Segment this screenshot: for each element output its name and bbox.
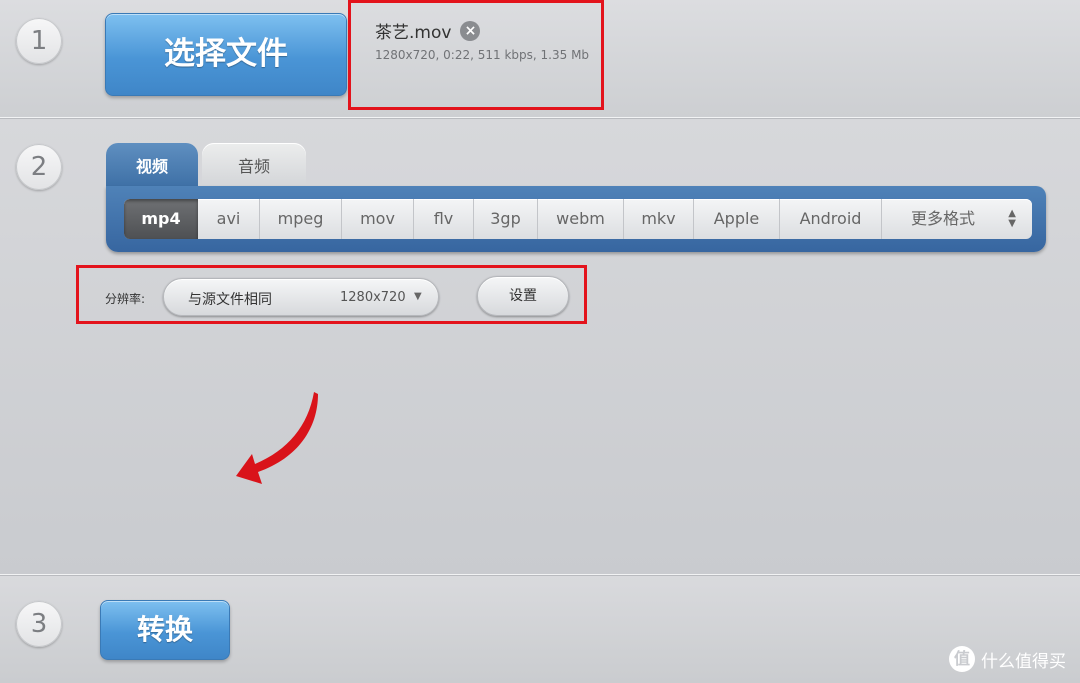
- resolution-label: 分辨率:: [105, 292, 146, 306]
- settings-button[interactable]: 设置: [477, 276, 569, 316]
- format-list: mp4 avi mpeg mov flv 3gp webm mkv Apple …: [124, 199, 1032, 239]
- step-1-section: 1 选择文件 茶艺.mov × 1280x720, 0:22, 511 kbps…: [0, 0, 1080, 118]
- resolution-selected: 与源文件相同: [188, 292, 272, 308]
- remove-file-icon[interactable]: ×: [460, 20, 481, 41]
- more-formats-label: 更多格式: [910, 209, 975, 228]
- format-avi[interactable]: avi: [198, 199, 260, 239]
- file-name-row: 茶艺.mov ×: [375, 18, 481, 43]
- format-flv[interactable]: flv: [414, 199, 474, 239]
- format-bar: mp4 avi mpeg mov flv 3gp webm mkv Apple …: [106, 186, 1046, 252]
- choose-file-button[interactable]: 选择文件: [105, 13, 347, 96]
- format-android[interactable]: Android: [780, 199, 882, 239]
- format-mov[interactable]: mov: [342, 199, 414, 239]
- updown-arrows-icon: ▲ ▼: [1008, 208, 1016, 229]
- format-mpeg[interactable]: mpeg: [260, 199, 342, 239]
- format-3gp[interactable]: 3gp: [474, 199, 538, 239]
- convert-button[interactable]: 转换: [100, 600, 230, 660]
- file-name: 茶艺.mov: [375, 23, 452, 43]
- step-3-section: 3 转换: [0, 576, 1080, 683]
- format-mp4[interactable]: mp4: [124, 199, 198, 239]
- resolution-select[interactable]: 与源文件相同 1280x720 ▼: [163, 278, 439, 316]
- step-number-1: 1: [16, 18, 62, 64]
- file-metadata: 1280x720, 0:22, 511 kbps, 1.35 Mb: [375, 48, 590, 62]
- step-number-3: 3: [16, 601, 62, 647]
- tab-video[interactable]: 视频: [106, 143, 198, 187]
- format-apple[interactable]: Apple: [694, 199, 780, 239]
- resolution-size: 1280x720: [340, 290, 406, 305]
- watermark: 值 什么值得买: [949, 645, 1066, 673]
- tab-audio[interactable]: 音频: [202, 143, 306, 187]
- format-webm[interactable]: webm: [538, 199, 624, 239]
- curved-arrow-icon: [236, 392, 318, 484]
- format-mkv[interactable]: mkv: [624, 199, 694, 239]
- chevron-down-icon: ▼: [414, 291, 422, 302]
- step-number-2: 2: [16, 144, 62, 190]
- watermark-text: 什么值得买: [981, 651, 1066, 672]
- more-formats-dropdown[interactable]: 更多格式 ▲ ▼: [882, 199, 1032, 239]
- watermark-logo: 值: [949, 646, 975, 672]
